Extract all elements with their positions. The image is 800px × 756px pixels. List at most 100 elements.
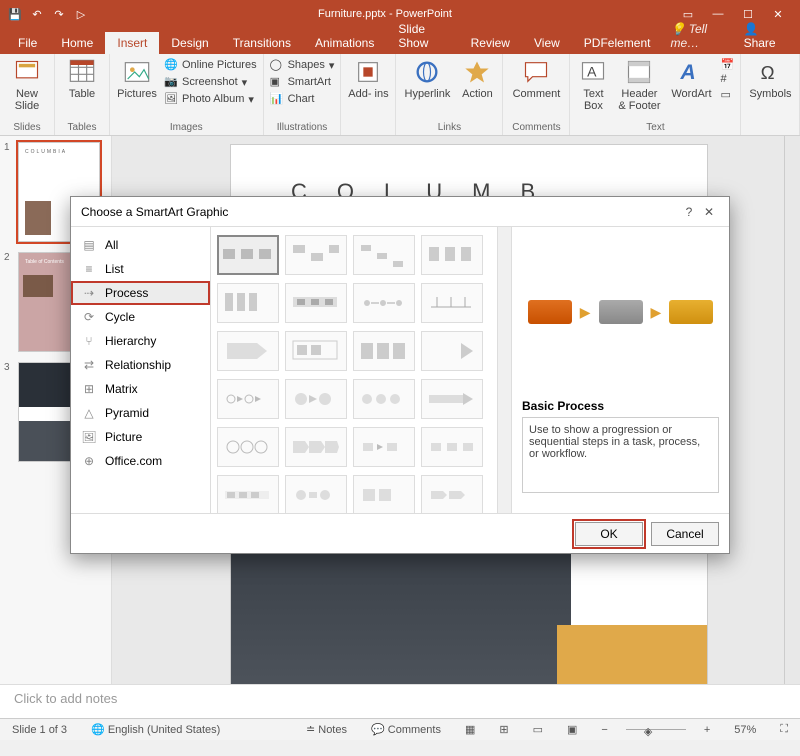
tab-home[interactable]: Home <box>49 32 105 54</box>
pictures-button[interactable]: Pictures <box>116 58 158 100</box>
zoom-in-icon[interactable]: + <box>698 724 716 736</box>
new-slide-button[interactable]: New Slide <box>6 58 48 112</box>
slide-accent: ⌐ <box>557 625 707 684</box>
dialog-close-icon[interactable]: ✕ <box>699 205 719 219</box>
category-matrix[interactable]: ⊞Matrix <box>71 377 210 401</box>
category-cycle[interactable]: ⟳Cycle <box>71 305 210 329</box>
gallery-item[interactable] <box>217 475 279 513</box>
zoom-out-icon[interactable]: − <box>595 724 613 736</box>
gallery-item[interactable] <box>285 379 347 419</box>
gallery-item[interactable] <box>217 331 279 371</box>
comment-button[interactable]: Comment <box>509 58 563 100</box>
hyperlink-button[interactable]: Hyperlink <box>402 58 452 100</box>
gallery-item[interactable] <box>353 331 415 371</box>
gallery-item[interactable] <box>285 235 347 275</box>
addins-button[interactable]: Add- ins <box>347 58 389 100</box>
tab-review[interactable]: Review <box>459 32 522 54</box>
gallery-item[interactable] <box>421 283 483 323</box>
cancel-button[interactable]: Cancel <box>651 522 719 546</box>
gallery-item[interactable] <box>217 235 279 275</box>
save-icon[interactable]: 💾 <box>6 5 24 23</box>
gallery-item[interactable] <box>285 283 347 323</box>
textbox-button[interactable]: A Text Box <box>576 58 610 112</box>
share-button[interactable]: 👤 Share <box>734 18 794 54</box>
ok-button[interactable]: OK <box>575 522 643 546</box>
dialog-help-icon[interactable]: ? <box>679 205 699 219</box>
normal-view-icon[interactable]: ▦ <box>459 723 481 736</box>
gallery-item[interactable] <box>353 475 415 513</box>
group-comments: Comment Comments <box>503 54 570 135</box>
sorter-view-icon[interactable]: ⊞ <box>493 723 514 736</box>
tab-insert[interactable]: Insert <box>105 32 159 54</box>
gallery-item[interactable] <box>421 379 483 419</box>
date-time-button[interactable]: 📅 <box>720 58 734 72</box>
tab-animations[interactable]: Animations <box>303 32 386 54</box>
tell-me[interactable]: 💡 Tell me… <box>662 18 733 54</box>
ribbon: New Slide Slides Table Tables Pictures 🌐… <box>0 54 800 136</box>
vertical-scrollbar[interactable] <box>784 136 800 684</box>
category-list[interactable]: ≡List <box>71 257 210 281</box>
start-from-beginning-icon[interactable]: ▷ <box>72 5 90 23</box>
wordart-button[interactable]: A WordArt <box>668 58 714 100</box>
gallery-item[interactable] <box>421 427 483 467</box>
gallery-item[interactable] <box>353 283 415 323</box>
category-all[interactable]: ▤All <box>71 233 210 257</box>
gallery-item[interactable] <box>217 379 279 419</box>
notes-pane[interactable]: Click to add notes <box>0 684 800 718</box>
object-button[interactable]: ▭ <box>720 88 734 102</box>
category-process[interactable]: ⇢Process <box>71 281 210 305</box>
slide-count[interactable]: Slide 1 of 3 <box>6 724 73 736</box>
reading-view-icon[interactable]: ▭ <box>527 723 549 736</box>
gallery-item[interactable] <box>217 283 279 323</box>
slide-number-button[interactable]: # <box>720 73 734 87</box>
photo-album-button[interactable]: 🖼Photo Album ▾ <box>164 92 257 106</box>
category-picture[interactable]: 🖼Picture <box>71 425 210 449</box>
group-images: Pictures 🌐Online Pictures 📷Screenshot ▾ … <box>110 54 264 135</box>
symbols-button[interactable]: Ω Symbols <box>747 58 793 100</box>
tab-file[interactable]: File <box>6 32 49 54</box>
screenshot-button[interactable]: 📷Screenshot ▾ <box>164 75 257 89</box>
gallery-item[interactable] <box>217 427 279 467</box>
redo-icon[interactable]: ↷ <box>50 5 68 23</box>
gallery-item[interactable] <box>353 427 415 467</box>
gallery-item[interactable] <box>421 331 483 371</box>
smartart-dialog: Choose a SmartArt Graphic ? ✕ ▤All ≡List… <box>70 196 730 554</box>
tab-design[interactable]: Design <box>159 32 220 54</box>
zoom-level[interactable]: 57% <box>728 724 762 736</box>
chart-button[interactable]: 📊Chart <box>270 92 335 106</box>
dialog-titlebar: Choose a SmartArt Graphic ? ✕ <box>71 197 729 227</box>
gallery-item[interactable] <box>353 379 415 419</box>
smartart-button[interactable]: ▣SmartArt <box>270 75 335 89</box>
gallery-scrollbar[interactable] <box>497 227 511 513</box>
dialog-footer: OK Cancel <box>71 513 729 553</box>
action-button[interactable]: Action <box>458 58 496 100</box>
gallery-item[interactable] <box>285 427 347 467</box>
fit-to-window-icon[interactable]: ⛶ <box>774 723 794 736</box>
undo-icon[interactable]: ↶ <box>28 5 46 23</box>
gallery-item[interactable] <box>421 235 483 275</box>
tab-pdfelement[interactable]: PDFelement <box>572 32 663 54</box>
category-hierarchy[interactable]: ⑂Hierarchy <box>71 329 210 353</box>
table-button[interactable]: Table <box>61 58 103 100</box>
gallery-item[interactable] <box>353 235 415 275</box>
zoom-slider[interactable]: ◈ <box>626 729 686 730</box>
gallery-item[interactable] <box>285 475 347 513</box>
dialog-title: Choose a SmartArt Graphic <box>81 205 679 219</box>
comments-toggle[interactable]: 💬 Comments <box>365 723 447 736</box>
notes-toggle[interactable]: ≐ Notes <box>300 723 353 736</box>
gallery-item[interactable] <box>285 331 347 371</box>
status-bar: Slide 1 of 3 🌐 English (United States) ≐… <box>0 718 800 740</box>
slideshow-view-icon[interactable]: ▣ <box>561 723 583 736</box>
header-footer-button[interactable]: Header & Footer <box>616 58 662 112</box>
shapes-button[interactable]: ◯Shapes ▾ <box>270 58 335 72</box>
category-pyramid[interactable]: △Pyramid <box>71 401 210 425</box>
gallery-item[interactable] <box>421 475 483 513</box>
arrow-icon: ▶ <box>651 304 662 321</box>
language-status[interactable]: 🌐 English (United States) <box>85 723 226 736</box>
tab-view[interactable]: View <box>522 32 572 54</box>
category-relationship[interactable]: ⇄Relationship <box>71 353 210 377</box>
tab-slideshow[interactable]: Slide Show <box>386 18 458 54</box>
category-office[interactable]: ⊕Office.com <box>71 449 210 473</box>
online-pictures-button[interactable]: 🌐Online Pictures <box>164 58 257 72</box>
tab-transitions[interactable]: Transitions <box>221 32 303 54</box>
